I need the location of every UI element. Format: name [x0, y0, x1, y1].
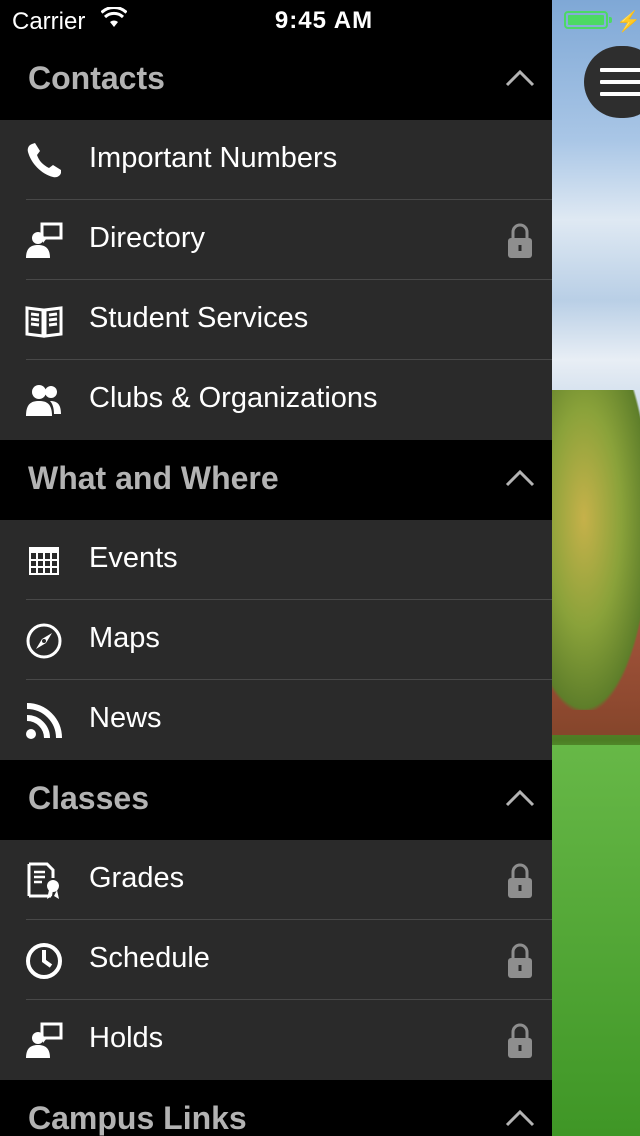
clock-icon	[25, 942, 63, 980]
compass-icon	[25, 622, 63, 660]
section-title: What and Where	[28, 460, 279, 496]
menu-item-directory[interactable]: Directory	[0, 200, 552, 280]
rss-icon	[25, 702, 63, 740]
menu-item-label: Schedule	[89, 942, 210, 974]
section-header-campus-links[interactable]: Campus Links	[0, 1080, 552, 1136]
person-chat-icon	[25, 1022, 63, 1060]
menu-item-student-services[interactable]: Student Services	[0, 280, 552, 360]
menu-item-label: Grades	[89, 862, 185, 894]
background-lawn	[552, 745, 640, 1136]
menu-item-maps[interactable]: Maps	[0, 600, 552, 680]
menu-item-label: Important Numbers	[89, 142, 338, 174]
section-title: Classes	[28, 780, 149, 816]
menu-item-events[interactable]: Events	[0, 520, 552, 600]
lock-icon	[506, 862, 534, 900]
lock-icon	[506, 942, 534, 980]
people-icon	[25, 382, 63, 420]
lock-icon	[506, 1022, 534, 1060]
section-header-contacts[interactable]: Contacts	[0, 40, 552, 120]
menu-item-label: Holds	[89, 1022, 164, 1054]
section-title: Campus Links	[28, 1100, 247, 1136]
section-header-classes[interactable]: Classes	[0, 760, 552, 840]
book-icon	[25, 302, 63, 340]
lock-icon	[506, 222, 534, 260]
drawer-menu: Contacts Important Numbers Directory Studen…	[0, 40, 552, 1136]
status-bar: Carrier 9:45 AM	[0, 0, 552, 40]
side-drawer: Carrier 9:45 AM Contacts Important Number…	[0, 0, 552, 1136]
person-chat-icon	[25, 222, 63, 260]
menu-item-label: Directory	[89, 222, 206, 254]
section-title: Contacts	[28, 60, 165, 96]
menu-item-grades[interactable]: Grades	[0, 840, 552, 920]
menu-item-label: Events	[89, 542, 178, 574]
menu-item-news[interactable]: News	[0, 680, 552, 760]
chevron-up-icon	[504, 1108, 536, 1128]
menu-item-schedule[interactable]: Schedule	[0, 920, 552, 1000]
chevron-up-icon	[504, 68, 536, 88]
phone-icon	[25, 142, 63, 180]
section-header-what-and-where[interactable]: What and Where	[0, 440, 552, 520]
background-tree	[540, 390, 640, 710]
chevron-up-icon	[504, 468, 536, 488]
menu-item-important-numbers[interactable]: Important Numbers	[0, 120, 552, 200]
certificate-icon	[25, 862, 63, 900]
menu-item-label: News	[89, 702, 162, 734]
charging-bolt-icon: ⚡	[616, 11, 640, 33]
menu-item-label: Student Services	[89, 302, 309, 334]
calendar-icon	[25, 542, 63, 580]
hamburger-menu-icon	[600, 68, 640, 104]
battery-icon	[564, 11, 612, 29]
menu-item-holds[interactable]: Holds	[0, 1000, 552, 1080]
menu-item-clubs-organizations[interactable]: Clubs & Organizations	[0, 360, 552, 440]
menu-item-label: Clubs & Organizations	[89, 382, 378, 414]
chevron-up-icon	[504, 788, 536, 808]
clock-time: 9:45 AM	[274, 7, 374, 34]
menu-item-label: Maps	[89, 622, 160, 654]
